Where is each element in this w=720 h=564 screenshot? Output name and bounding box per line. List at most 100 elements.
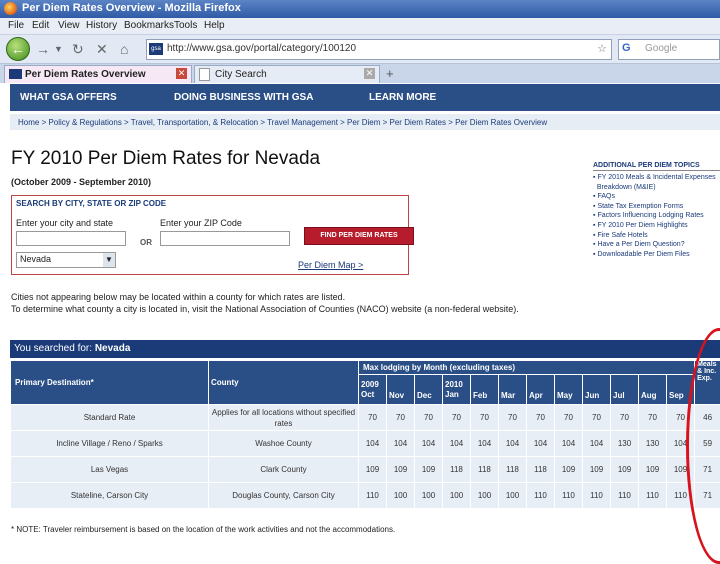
menu-view[interactable]: View [58, 20, 80, 31]
rate-cell: 70 [639, 405, 667, 431]
year-label: 2010 [445, 380, 463, 389]
menu-bookmarks[interactable]: Bookmarks [124, 20, 174, 31]
bookmark-star-icon[interactable]: ☆ [597, 42, 607, 55]
county-cell: Applies for all locations without specif… [209, 405, 359, 431]
rate-cell: 104 [499, 431, 527, 457]
firefox-icon [4, 2, 17, 15]
tab-per-diem-rates-overview[interactable]: Per Diem Rates Overview ✕ [4, 65, 192, 83]
gsa-tab-icon [9, 69, 22, 79]
reload-button[interactable]: ↻ [72, 41, 84, 58]
chevron-down-icon[interactable]: ▼ [103, 253, 115, 267]
close-tab-icon[interactable]: ✕ [176, 68, 187, 79]
sidebar-item[interactable]: ▪ FAQs [593, 192, 720, 202]
sidebar-item[interactable]: ▪ FY 2010 Meals & Incidental Expenses [593, 173, 720, 183]
rate-cell: 109 [555, 457, 583, 483]
history-dropdown-icon[interactable]: ▼ [54, 44, 63, 54]
zip-input[interactable] [160, 231, 290, 246]
menu-file[interactable]: File [8, 20, 24, 31]
table-row: Stateline, Carson CityDouglas County, Ca… [11, 483, 720, 509]
state-select-value: Nevada [20, 254, 51, 264]
breadcrumb-trail[interactable]: Home > Policy & Regulations > Travel, Tr… [18, 118, 547, 127]
new-tab-button[interactable]: + [386, 66, 394, 81]
rate-cell: 118 [443, 457, 471, 483]
sidebar-item-label: Breakdown (M&IE) [597, 184, 656, 191]
nav-doing-business-with-gsa[interactable]: DOING BUSINESS WITH GSA [174, 92, 313, 103]
rate-cell: 109 [611, 457, 639, 483]
rate-cell: 104 [527, 431, 555, 457]
col-max-lodging: Max lodging by Month (excluding taxes) [359, 361, 695, 375]
rate-cell: 104 [471, 431, 499, 457]
rate-cell: 110 [611, 483, 639, 509]
gsa-favicon-icon: gsa [149, 43, 163, 55]
month-label: Oct [361, 390, 374, 399]
state-select[interactable]: Nevada ▼ [16, 252, 116, 268]
breadcrumb: Home > Policy & Regulations > Travel, Tr… [10, 114, 720, 130]
per-diem-map-link[interactable]: Per Diem Map > [298, 260, 363, 270]
sidebar-item[interactable]: Breakdown (M&IE) [593, 183, 720, 193]
table-row: Standard RateApplies for all locations w… [11, 405, 720, 431]
rate-cell: 109 [359, 457, 387, 483]
rate-cell: 109 [387, 457, 415, 483]
month-header: Nov [387, 375, 415, 405]
month-header: Jun [583, 375, 611, 405]
page-title: FY 2010 Per Diem Rates for Nevada [11, 148, 320, 170]
zip-label: Enter your ZIP Code [160, 218, 242, 228]
rate-cell: 70 [387, 405, 415, 431]
nav-what-gsa-offers[interactable]: WHAT GSA OFFERS [20, 92, 117, 103]
tab-label: Per Diem Rates Overview [25, 69, 146, 80]
search-form-heading: SEARCH BY CITY, STATE OR ZIP CODE [16, 199, 166, 208]
destination-cell: Stateline, Carson City [11, 483, 209, 509]
google-icon[interactable]: G [622, 42, 631, 54]
sidebar-item[interactable]: ▪ Fire Safe Hotels [593, 231, 720, 241]
col-county: County [209, 361, 359, 405]
rate-cell: 70 [415, 405, 443, 431]
per-diem-search-form: SEARCH BY CITY, STATE OR ZIP CODE Enter … [11, 195, 409, 275]
menu-edit[interactable]: Edit [32, 20, 49, 31]
close-tab-icon[interactable]: ✕ [364, 68, 375, 79]
sidebar-item-label: FAQs [597, 193, 615, 200]
destination-cell: Las Vegas [11, 457, 209, 483]
search-placeholder: Google [645, 43, 677, 54]
rate-cell: 100 [499, 483, 527, 509]
destination-cell: Standard Rate [11, 405, 209, 431]
sidebar-item[interactable]: ▪ State Tax Exemption Forms [593, 202, 720, 212]
sidebar-item-label: Fire Safe Hotels [597, 232, 647, 239]
sidebar-item-label: Factors Influencing Lodging Rates [597, 212, 703, 219]
month-header: May [555, 375, 583, 405]
sidebar-item-label: State Tax Exemption Forms [597, 203, 683, 210]
menu-help[interactable]: Help [204, 20, 225, 31]
menu-tools[interactable]: Tools [174, 20, 197, 31]
address-url: http://www.gsa.gov/portal/category/10012… [167, 43, 356, 54]
sidebar-item[interactable]: ▪ Factors Influencing Lodging Rates [593, 211, 720, 221]
sidebar-item[interactable]: ▪ Have a Per Diem Question? [593, 240, 720, 250]
nav-learn-more[interactable]: LEARN MORE [369, 92, 436, 103]
rate-cell: 118 [527, 457, 555, 483]
month-header: Dec [415, 375, 443, 405]
address-bar[interactable]: gsa http://www.gsa.gov/portal/category/1… [146, 39, 612, 60]
sidebar-item-label: Downloadable Per Diem Files [597, 251, 689, 258]
city-input[interactable] [16, 231, 126, 246]
sidebar-item[interactable]: ▪ FY 2010 Per Diem Highlights [593, 221, 720, 231]
find-per-diem-rates-button[interactable]: FIND PER DIEM RATES [304, 227, 414, 245]
tab-city-search[interactable]: City Search ✕ [194, 65, 380, 83]
forward-button[interactable]: → [36, 41, 50, 57]
destination-cell: Incline Village / Reno / Sparks [11, 431, 209, 457]
county-cell: Clark County [209, 457, 359, 483]
menu-history[interactable]: History [86, 20, 117, 31]
rate-cell: 70 [583, 405, 611, 431]
sidebar-item[interactable]: ▪ Downloadable Per Diem Files [593, 250, 720, 260]
rate-cell: 104 [415, 431, 443, 457]
back-button[interactable]: ← [6, 37, 30, 61]
home-button[interactable]: ⌂ [120, 41, 128, 57]
search-result-prefix: You searched for: [14, 343, 92, 354]
county-cell: Washoe County [209, 431, 359, 457]
rate-cell: 104 [443, 431, 471, 457]
search-box[interactable]: G Google [618, 39, 720, 60]
table-row: Incline Village / Reno / SparksWashoe Co… [11, 431, 720, 457]
rate-cell: 110 [527, 483, 555, 509]
stop-button[interactable]: ✕ [96, 41, 108, 58]
sidebar-item-label: Have a Per Diem Question? [597, 241, 684, 248]
rate-cell: 104 [583, 431, 611, 457]
rate-cell: 70 [611, 405, 639, 431]
naco-note[interactable]: To determine what county a city is locat… [11, 304, 519, 314]
